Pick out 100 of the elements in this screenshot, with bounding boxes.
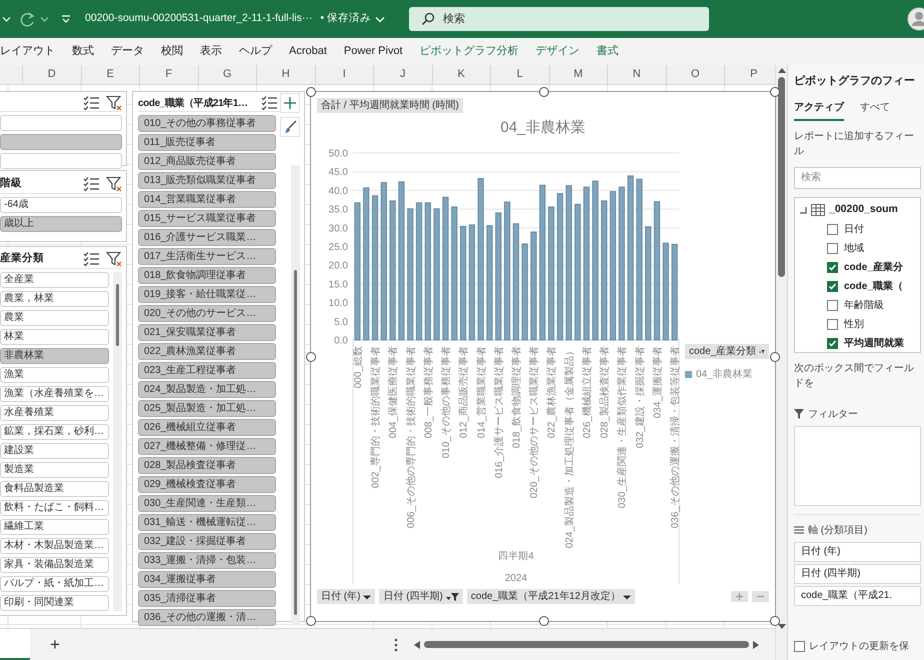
avatar-icon[interactable]	[906, 6, 924, 32]
slicer-item[interactable]: 木材・木製品製造業…	[0, 538, 109, 554]
slicer-item[interactable]: 建設業	[0, 443, 109, 459]
slicer-item[interactable]: 027_機械整備・修理従…	[138, 438, 276, 455]
slicer-item[interactable]: 018_飲食物調理従事者	[138, 267, 276, 284]
legend-field-button[interactable]: code_産業分類	[685, 344, 769, 359]
redo-icon[interactable]	[19, 11, 37, 27]
checkbox[interactable]	[827, 262, 838, 272]
slicer-item[interactable]: -64歳	[0, 197, 122, 213]
slicer-item[interactable]: 020_その他のサービス…	[138, 305, 276, 322]
scroll-down-icon[interactable]	[778, 624, 786, 629]
chart-styles-button[interactable]	[280, 117, 300, 137]
scrollbar[interactable]	[291, 165, 300, 626]
slicer-item[interactable]: 水産養殖業	[0, 405, 109, 421]
ribbon-tab[interactable]: デザイン	[536, 43, 580, 60]
area-field-item[interactable]: 日付 (四半期)	[794, 564, 921, 584]
pane-tab[interactable]: すべて	[860, 98, 890, 120]
resize-handle[interactable]	[539, 616, 549, 626]
slicer-item[interactable]: 014_営業職業従事者	[138, 191, 276, 208]
clear-filter-icon[interactable]	[106, 176, 122, 192]
area-field-item[interactable]: 日付 (年)	[794, 542, 921, 562]
slicer-item[interactable]: 林業	[0, 329, 109, 345]
column-header[interactable]: M	[550, 65, 608, 84]
ribbon-tab[interactable]: Power Pivot	[344, 43, 403, 60]
resize-handle[interactable]	[770, 616, 780, 626]
ribbon-tab[interactable]: 校閲	[161, 43, 183, 60]
area-field-item[interactable]: code_職業（平成21.	[794, 586, 921, 606]
slicer-item[interactable]: 歳以上	[0, 216, 122, 232]
value-field-button[interactable]: 合計 / 平均週間就業時間 (時間)	[317, 98, 463, 113]
slicer-item[interactable]: 026_機械組立従事者	[138, 419, 276, 436]
sheet-tab[interactable]	[0, 629, 30, 660]
slicer-item[interactable]: 010_その他の事務従事者	[138, 115, 276, 132]
slicer-item[interactable]: 019_接客・給仕職業従…	[138, 286, 276, 303]
collapse-field-button[interactable]	[752, 591, 769, 602]
slicer-item[interactable]: 製造業	[0, 462, 109, 478]
slicer-item[interactable]: 016_介護サービス職業…	[138, 229, 276, 246]
slicer-item[interactable]: 029_機械検査従事者	[138, 476, 276, 493]
slicer-item[interactable]: 全産業	[0, 272, 109, 288]
slicer-item[interactable]: 農業	[0, 310, 109, 326]
slicer-item[interactable]: 鉱業，採石業，砂利…	[0, 424, 109, 440]
ribbon-tab[interactable]: 表示	[200, 43, 222, 60]
slicer-item[interactable]: 繊維工業	[0, 519, 109, 535]
resize-handle[interactable]	[306, 352, 316, 362]
scroll-up-icon[interactable]	[778, 68, 786, 73]
axis-field-button[interactable]: 日付 (年)	[317, 589, 376, 604]
clear-filter-icon[interactable]	[106, 95, 122, 111]
slicer-item[interactable]: 食料品製造業	[0, 481, 109, 497]
checkbox[interactable]	[794, 641, 805, 652]
scrollbar-thumb[interactable]	[424, 641, 749, 648]
ribbon-tab[interactable]: ピボットグラフ分析	[420, 43, 519, 60]
column-header[interactable]: F	[140, 65, 198, 84]
scrollbar-thumb[interactable]	[116, 284, 119, 346]
slicer-item[interactable]: 031_輸送・機械運転従…	[138, 514, 276, 531]
more-icon[interactable]	[394, 638, 398, 652]
vertical-scrollbar[interactable]	[775, 65, 787, 660]
column-header[interactable]: O	[666, 65, 725, 84]
slicer-item[interactable]: 013_販売類似職業従事者	[138, 172, 276, 189]
slicer-item[interactable]: 017_生活衛生サービス…	[138, 248, 276, 265]
column-header[interactable]: I	[316, 65, 374, 84]
slicer-item[interactable]: 非農林業	[0, 348, 109, 364]
scrollbar-thumb[interactable]	[294, 270, 297, 615]
slicer-item[interactable]: 012_商品販売従事者	[138, 153, 276, 170]
slicer-item[interactable]: 033_運搬・清掃・包装…	[138, 552, 276, 569]
column-header[interactable]: K	[432, 65, 491, 84]
ribbon-tab[interactable]: データ	[111, 43, 144, 60]
multi-select-icon[interactable]	[83, 251, 100, 267]
slicer-item[interactable]: 035_清掃従事者	[138, 590, 276, 607]
checkbox[interactable]	[827, 318, 838, 330]
column-header[interactable]: E	[82, 65, 140, 84]
scrollbar-thumb[interactable]	[778, 77, 785, 277]
slicer-item[interactable]: 036_その他の運搬・清…	[138, 609, 276, 626]
collapse-icon[interactable]	[799, 206, 807, 214]
slicer-item[interactable]: 021_保安職業従事者	[138, 324, 276, 341]
search-field[interactable]: 検索	[794, 166, 921, 188]
search-field[interactable]: 検索	[409, 7, 710, 31]
slicer-item[interactable]: 034_運搬従事者	[138, 571, 276, 588]
resize-handle[interactable]	[306, 616, 316, 626]
ribbon-tab[interactable]: 書式	[596, 43, 619, 60]
column-header[interactable]: D	[23, 65, 82, 84]
slicer-item[interactable]: 印刷・同関連業	[0, 595, 109, 611]
slicer-item[interactable]: 漁業（水産養殖業を…	[0, 386, 109, 402]
multi-select-icon[interactable]	[83, 95, 100, 111]
checkbox[interactable]	[827, 242, 838, 254]
add-sheet-button[interactable]: +	[46, 634, 64, 654]
slicer-item[interactable]: 024_製品製造・加工処…	[138, 381, 276, 398]
slicer-item[interactable]: 飲料・たばこ・飼料…	[0, 500, 109, 516]
slicer-item[interactable]: 011_販売従事者	[138, 134, 276, 151]
multi-select-icon[interactable]	[261, 95, 278, 111]
scrollbar[interactable]	[113, 272, 122, 611]
column-header[interactable]: N	[608, 65, 666, 84]
ribbon-tab[interactable]: Acrobat	[289, 43, 327, 60]
ribbon-tab[interactable]: 数式	[72, 43, 94, 60]
ribbon-tab[interactable]: レイアウト	[0, 43, 55, 60]
slicer-item[interactable]: 家具・装備品製造業	[0, 557, 109, 573]
scroll-left-icon[interactable]	[414, 640, 420, 648]
multi-select-icon[interactable]	[83, 176, 100, 192]
column-header[interactable]: J	[374, 65, 432, 84]
slicer-item[interactable]: 030_生産関連・生産類…	[138, 495, 276, 512]
checkbox[interactable]	[827, 280, 838, 292]
slicer-item[interactable]: パルプ・紙・紙加工…	[0, 576, 109, 592]
